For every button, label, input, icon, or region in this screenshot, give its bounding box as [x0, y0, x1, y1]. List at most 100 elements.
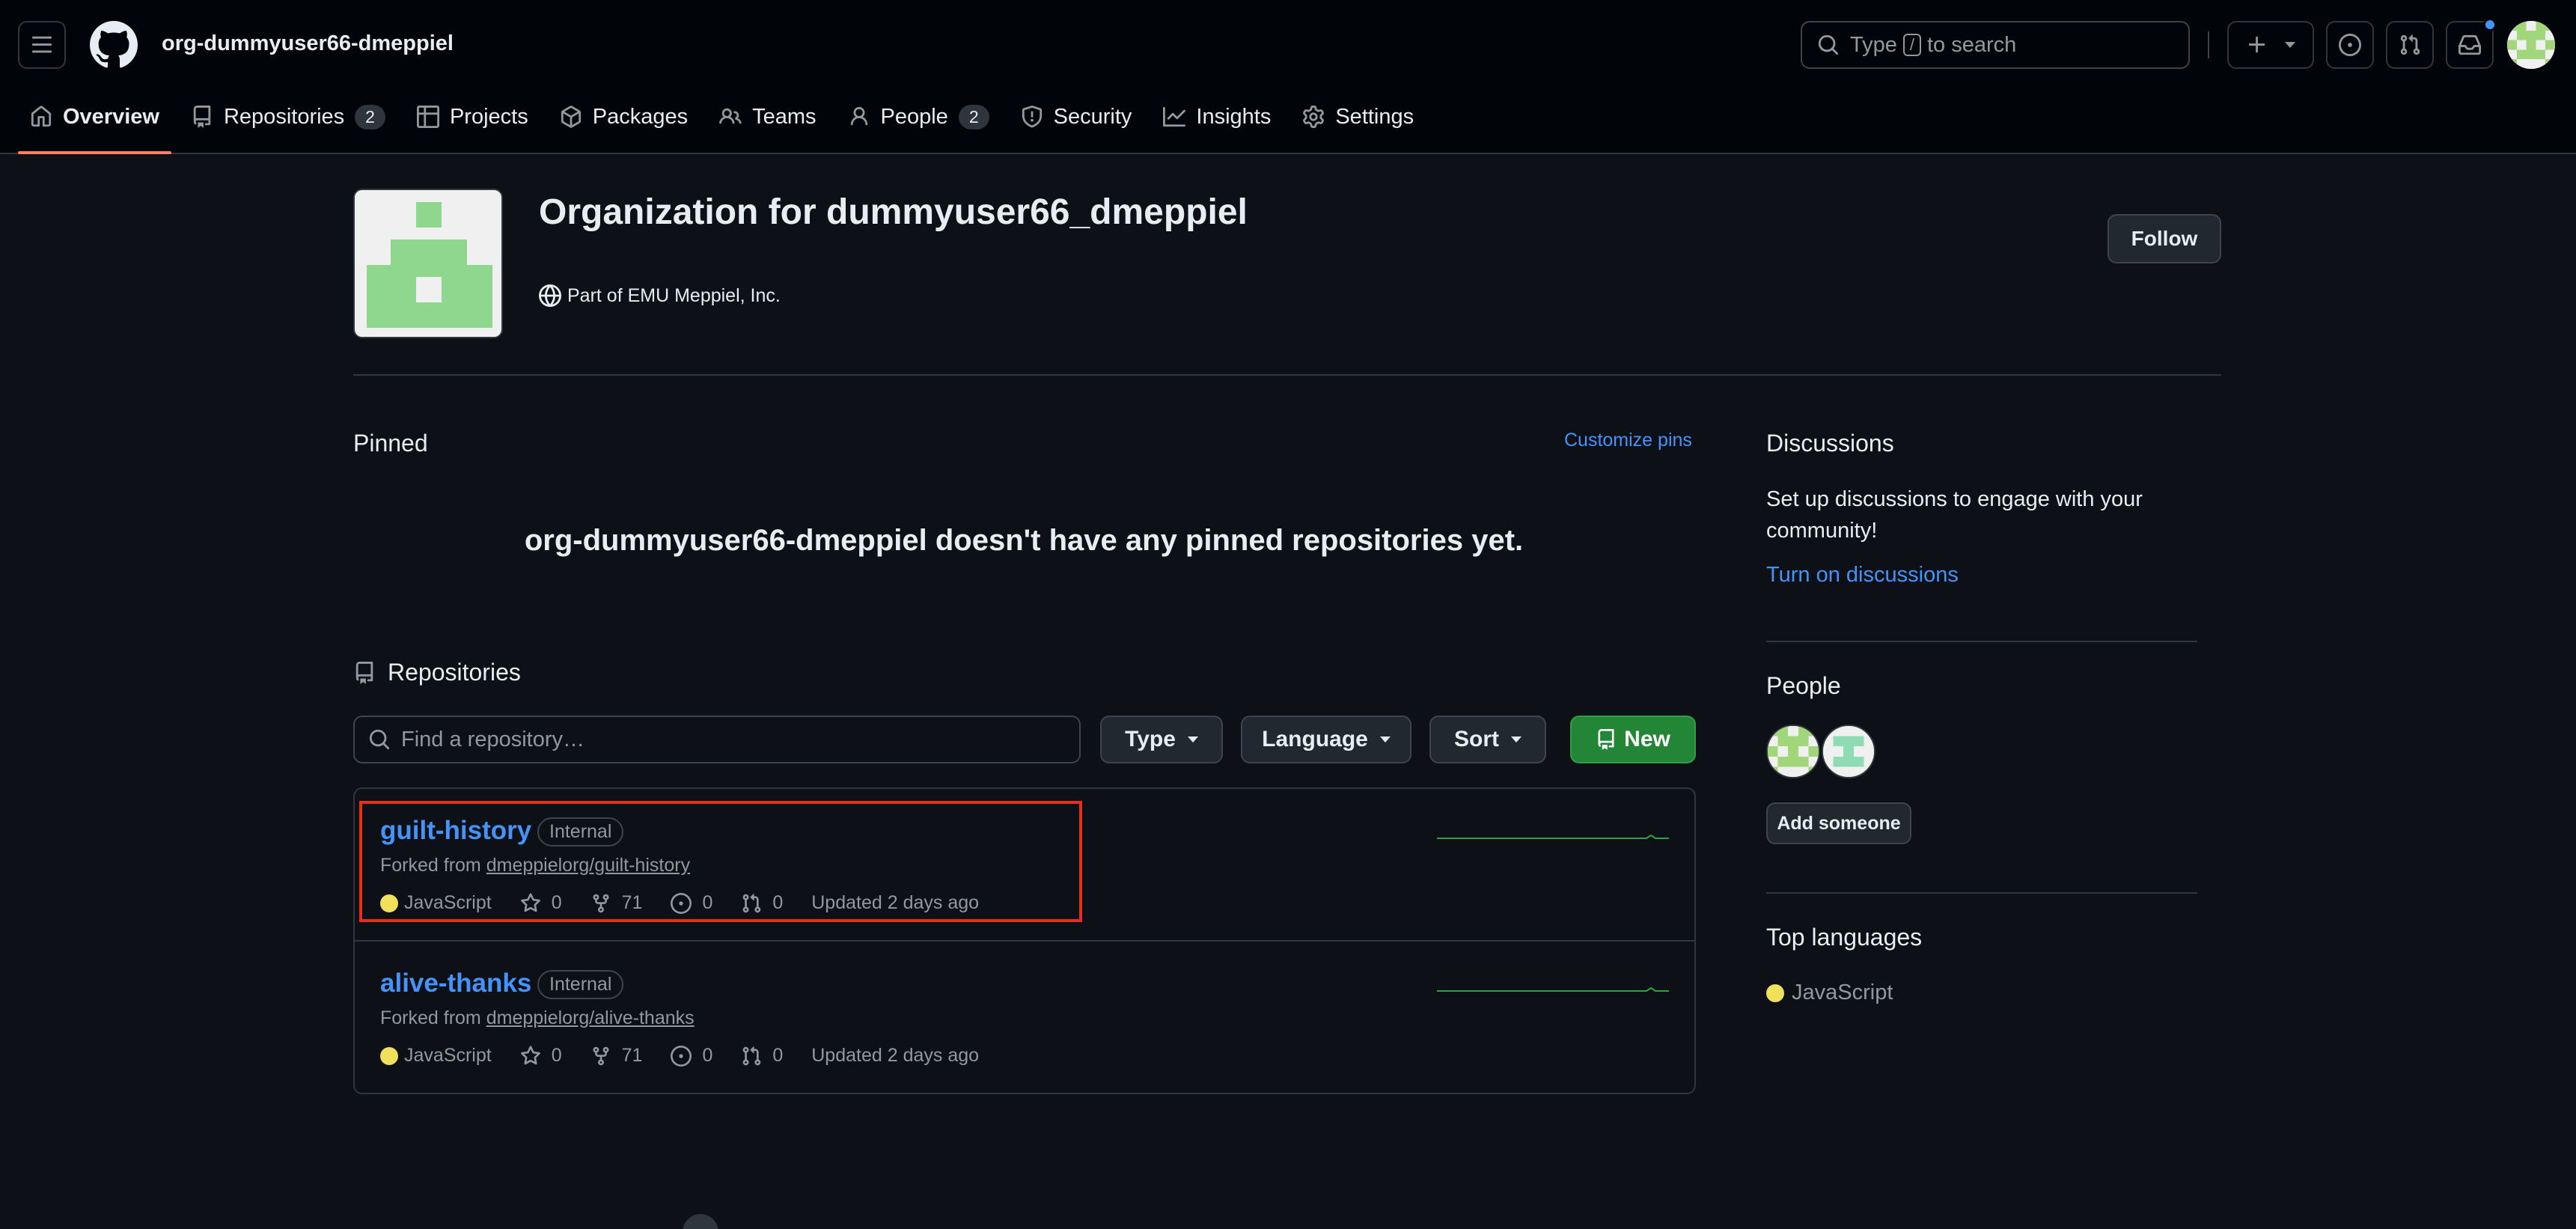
- tab-insights[interactable]: Insights: [1151, 93, 1283, 141]
- repo-icon: [1598, 729, 1614, 750]
- org-nav: Overview Repositories 2 Projects Package…: [18, 93, 1433, 154]
- search-suffix: to search: [1927, 32, 2017, 57]
- sidebar-divider: [1766, 892, 2197, 894]
- tab-teams[interactable]: Teams: [707, 93, 828, 141]
- search-shortcut-key: /: [1902, 34, 1921, 56]
- create-new-button[interactable]: [2227, 21, 2314, 69]
- pull-requests-link[interactable]: 0: [741, 1045, 783, 1067]
- repository-row: alive-thanks Internal Forked from dmeppi…: [355, 942, 1694, 1094]
- discussions-heading: Discussions: [1766, 430, 1894, 457]
- repository-meta: JavaScript 0 71 0 0 Updated 2 days ago: [380, 1045, 979, 1067]
- language-filter-label: Language: [1262, 727, 1368, 751]
- type-filter-label: Type: [1125, 727, 1176, 751]
- tab-insights-label: Insights: [1196, 104, 1272, 129]
- forks-count: 71: [621, 1045, 643, 1066]
- org-avatar: [353, 189, 503, 338]
- find-repository-field[interactable]: [353, 716, 1081, 763]
- tab-people-label: People: [880, 104, 948, 129]
- people-counter: 2: [958, 104, 989, 129]
- repo-icon: [355, 661, 373, 684]
- global-search[interactable]: Type / to search: [1801, 21, 2190, 69]
- search-prefix: Type: [1850, 32, 1897, 57]
- sidebar-divider: [1766, 641, 2197, 642]
- git-pull-request-icon: [2400, 34, 2420, 55]
- tab-repositories-label: Repositories: [223, 104, 345, 129]
- globe-icon: [539, 284, 561, 307]
- pull-requests-button[interactable]: [2386, 21, 2434, 69]
- pulls-count: 0: [772, 1045, 784, 1066]
- gear-icon: [1303, 106, 1325, 128]
- sort-button[interactable]: Sort: [1429, 716, 1546, 763]
- org-name-link[interactable]: org-dummyuser66-dmeppiel: [162, 31, 454, 56]
- repo-icon: [193, 106, 211, 128]
- type-filter-button[interactable]: Type: [1100, 716, 1223, 763]
- package-icon: [561, 106, 581, 128]
- menu-button[interactable]: [18, 21, 66, 69]
- top-language-item[interactable]: JavaScript: [1766, 981, 1893, 1005]
- tab-packages[interactable]: Packages: [548, 93, 700, 141]
- member-avatar[interactable]: [1766, 725, 1820, 778]
- updated-time: Updated 2 days ago: [811, 1045, 980, 1066]
- stars-count: 0: [551, 1045, 562, 1066]
- people-heading: People: [1766, 672, 1841, 699]
- turn-on-discussions-link[interactable]: Turn on discussions: [1766, 563, 1959, 588]
- tab-repositories[interactable]: Repositories 2: [179, 93, 397, 141]
- tab-overview[interactable]: Overview: [18, 93, 171, 154]
- issue-opened-icon: [2339, 34, 2361, 56]
- forks-link[interactable]: 71: [590, 1045, 643, 1067]
- enterprise-membership: Part of EMU Meppiel, Inc.: [539, 284, 781, 307]
- top-languages-heading: Top languages: [1766, 924, 1923, 951]
- fork-icon: [593, 1046, 609, 1065]
- header-divider: [2208, 31, 2209, 58]
- search-icon: [1818, 34, 1839, 55]
- activity-sparkline: [1437, 834, 1669, 839]
- hamburger-icon: [31, 36, 52, 53]
- user-avatar[interactable]: [2507, 21, 2555, 69]
- repositories-counter: 2: [355, 104, 385, 129]
- inbox-icon: [2459, 34, 2481, 55]
- find-repository-input[interactable]: [401, 727, 1060, 752]
- pinned-heading: Pinned: [353, 430, 428, 457]
- discussions-description: Set up discussions to engage with your c…: [1766, 487, 2143, 543]
- tab-settings[interactable]: Settings: [1290, 93, 1426, 141]
- github-logo-icon[interactable]: [90, 21, 138, 69]
- add-someone-button[interactable]: Add someone: [1766, 802, 1911, 844]
- people-icon: [719, 108, 742, 124]
- tab-packages-label: Packages: [592, 104, 689, 129]
- new-repository-button[interactable]: New: [1570, 716, 1696, 763]
- tab-security[interactable]: Security: [1009, 93, 1144, 141]
- follow-button[interactable]: Follow: [2108, 214, 2221, 263]
- page-title: Organization for dummyuser66_dmeppiel: [539, 192, 1248, 232]
- tab-overview-label: Overview: [63, 104, 159, 129]
- git-pull-request-icon: [742, 1046, 761, 1065]
- tab-people[interactable]: People 2: [836, 93, 1001, 141]
- pinned-empty-message: org-dummyuser66-dmeppiel doesn't have an…: [524, 524, 1524, 557]
- tab-teams-label: Teams: [752, 104, 817, 129]
- forked-from: Forked from dmeppielorg/alive-thanks: [380, 1007, 695, 1029]
- visibility-badge: Internal: [537, 970, 624, 999]
- graph-icon: [1163, 106, 1186, 127]
- issues-count: 0: [702, 1045, 713, 1066]
- new-repository-label: New: [1624, 727, 1670, 751]
- tab-projects[interactable]: Projects: [405, 93, 540, 141]
- stars-link[interactable]: 0: [520, 1045, 562, 1067]
- shield-icon: [1022, 106, 1042, 128]
- highlight-box: [359, 801, 1082, 922]
- chevron-down-icon: [1379, 737, 1391, 742]
- unread-indicator: [2483, 18, 2497, 31]
- repository-name-link[interactable]: alive-thanks: [380, 969, 531, 998]
- language-filter-button[interactable]: Language: [1241, 716, 1411, 763]
- issues-button[interactable]: [2326, 21, 2374, 69]
- top-language-name: JavaScript: [1792, 981, 1893, 1004]
- enterprise-label: Part of EMU Meppiel, Inc.: [567, 284, 781, 306]
- issues-link[interactable]: 0: [671, 1045, 712, 1067]
- table-icon: [416, 106, 439, 128]
- chevron-down-icon: [2285, 42, 2295, 48]
- chevron-down-icon: [1511, 737, 1522, 742]
- tab-projects-label: Projects: [449, 104, 528, 129]
- tab-settings-label: Settings: [1335, 104, 1414, 129]
- star-icon: [520, 1045, 540, 1064]
- customize-pins-link[interactable]: Customize pins: [1564, 430, 1692, 451]
- forked-from-link[interactable]: dmeppielorg/alive-thanks: [486, 1007, 695, 1028]
- member-avatar[interactable]: [1822, 725, 1875, 778]
